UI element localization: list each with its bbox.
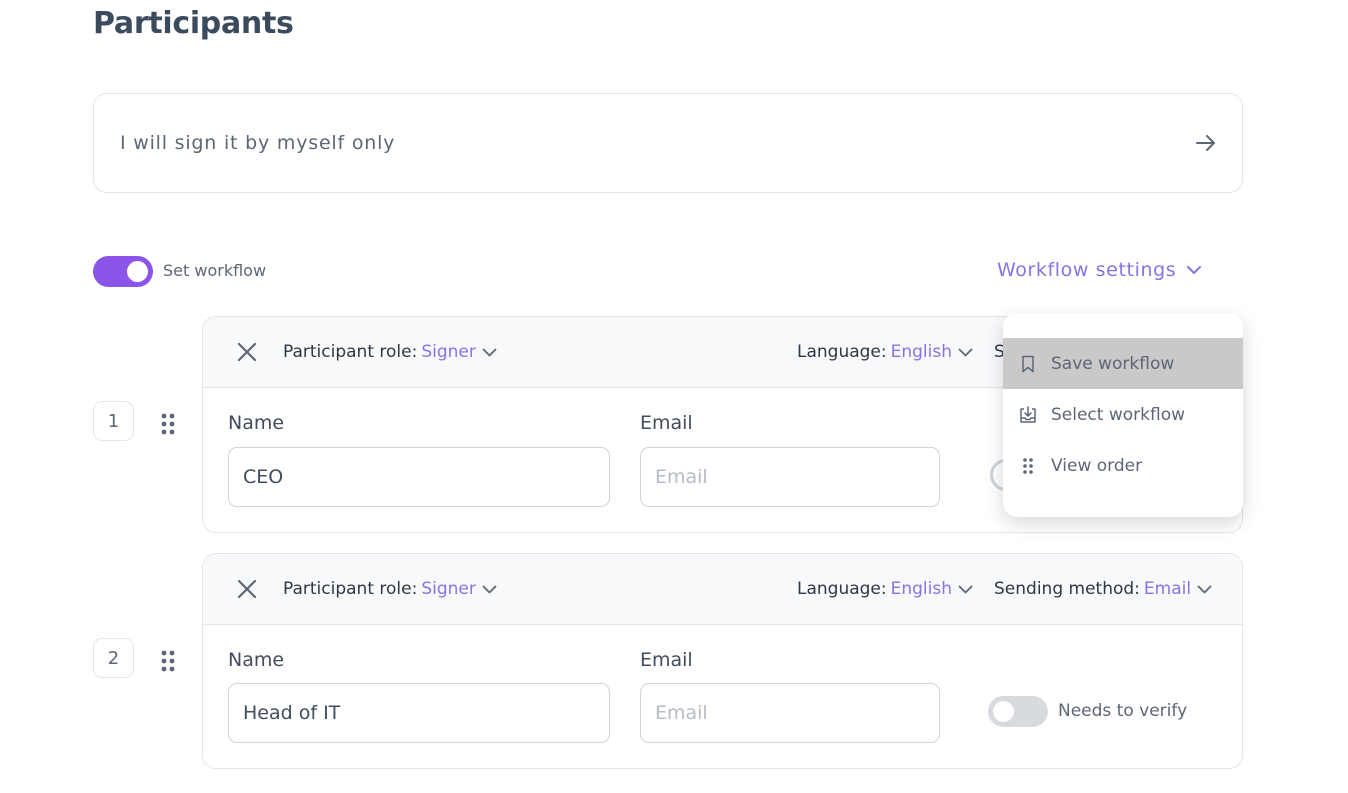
language-value: English	[890, 342, 953, 362]
email-input[interactable]: Email	[640, 683, 940, 743]
workflow-settings-dropdown: Save workflow Select workflow View order	[1003, 313, 1243, 517]
close-icon[interactable]	[237, 342, 257, 362]
set-workflow-toggle[interactable]	[93, 256, 153, 287]
language-value: English	[890, 579, 953, 599]
language-selector[interactable]: Language: English	[797, 579, 973, 599]
name-input[interactable]: Head of IT	[228, 683, 610, 743]
language-label: Language:	[797, 342, 887, 362]
self-sign-option[interactable]: I will sign it by myself only	[93, 93, 1243, 193]
select-workflow-label: Select workflow	[1051, 404, 1185, 425]
toggle-knob	[993, 701, 1014, 722]
participant-role-value: Signer	[421, 342, 476, 362]
close-icon[interactable]	[237, 579, 257, 599]
participant-role-label: Participant role:	[283, 579, 418, 599]
chevron-down-icon	[958, 348, 973, 356]
view-order-label: View order	[1051, 455, 1143, 476]
drag-dots-icon	[1023, 457, 1033, 474]
name-label: Name	[228, 412, 285, 434]
select-workflow-icon	[1020, 405, 1036, 423]
email-placeholder: Email	[655, 702, 708, 724]
language-label: Language:	[797, 579, 887, 599]
email-label: Email	[640, 412, 693, 434]
name-input[interactable]: CEO	[228, 447, 610, 507]
drag-handle-icon[interactable]	[161, 413, 175, 435]
self-sign-label: I will sign it by myself only	[120, 132, 396, 154]
chevron-down-icon	[1197, 585, 1212, 593]
participant-number-badge: 1	[93, 401, 134, 441]
save-workflow-item[interactable]: Save workflow	[1003, 338, 1243, 389]
view-order-item[interactable]: View order	[1003, 440, 1243, 491]
needs-to-verify-toggle[interactable]	[988, 696, 1048, 727]
email-label: Email	[640, 649, 693, 671]
workflow-settings-button[interactable]: Workflow settings	[997, 259, 1202, 281]
page-title: Participants	[93, 6, 294, 41]
name-label: Name	[228, 649, 285, 671]
name-value: CEO	[243, 466, 284, 488]
email-placeholder: Email	[655, 466, 708, 488]
sending-method-label: Sending method:	[994, 579, 1140, 599]
needs-to-verify-label: Needs to verify	[1058, 701, 1188, 721]
language-selector[interactable]: Language: English	[797, 342, 973, 362]
bookmark-icon	[1022, 355, 1034, 372]
sending-method-selector[interactable]: Sending method: Email	[994, 579, 1212, 599]
email-input[interactable]: Email	[640, 447, 940, 507]
sending-method-value: Email	[1143, 579, 1192, 599]
chevron-down-icon	[958, 585, 973, 593]
arrow-right-icon	[1196, 135, 1215, 151]
participant-role-label: Participant role:	[283, 342, 418, 362]
drag-handle-icon[interactable]	[161, 650, 175, 672]
save-workflow-label: Save workflow	[1051, 353, 1175, 374]
participant-role-selector[interactable]: Participant role: Signer	[283, 579, 497, 599]
chevron-down-icon	[482, 348, 497, 356]
participant-role-selector[interactable]: Participant role: Signer	[283, 342, 497, 362]
set-workflow-label: Set workflow	[163, 261, 267, 280]
participant-number-badge: 2	[93, 638, 134, 678]
chevron-down-icon	[1187, 266, 1202, 274]
workflow-settings-label: Workflow settings	[997, 259, 1177, 281]
participant-role-value: Signer	[421, 579, 476, 599]
participant-card: Participant role: Signer Language: English…	[202, 553, 1243, 769]
chevron-down-icon	[482, 585, 497, 593]
participant-card-header: Participant role: Signer Language: English…	[203, 554, 1242, 625]
select-workflow-item[interactable]: Select workflow	[1003, 389, 1243, 440]
name-value: Head of IT	[243, 702, 341, 724]
toggle-knob	[127, 261, 148, 282]
